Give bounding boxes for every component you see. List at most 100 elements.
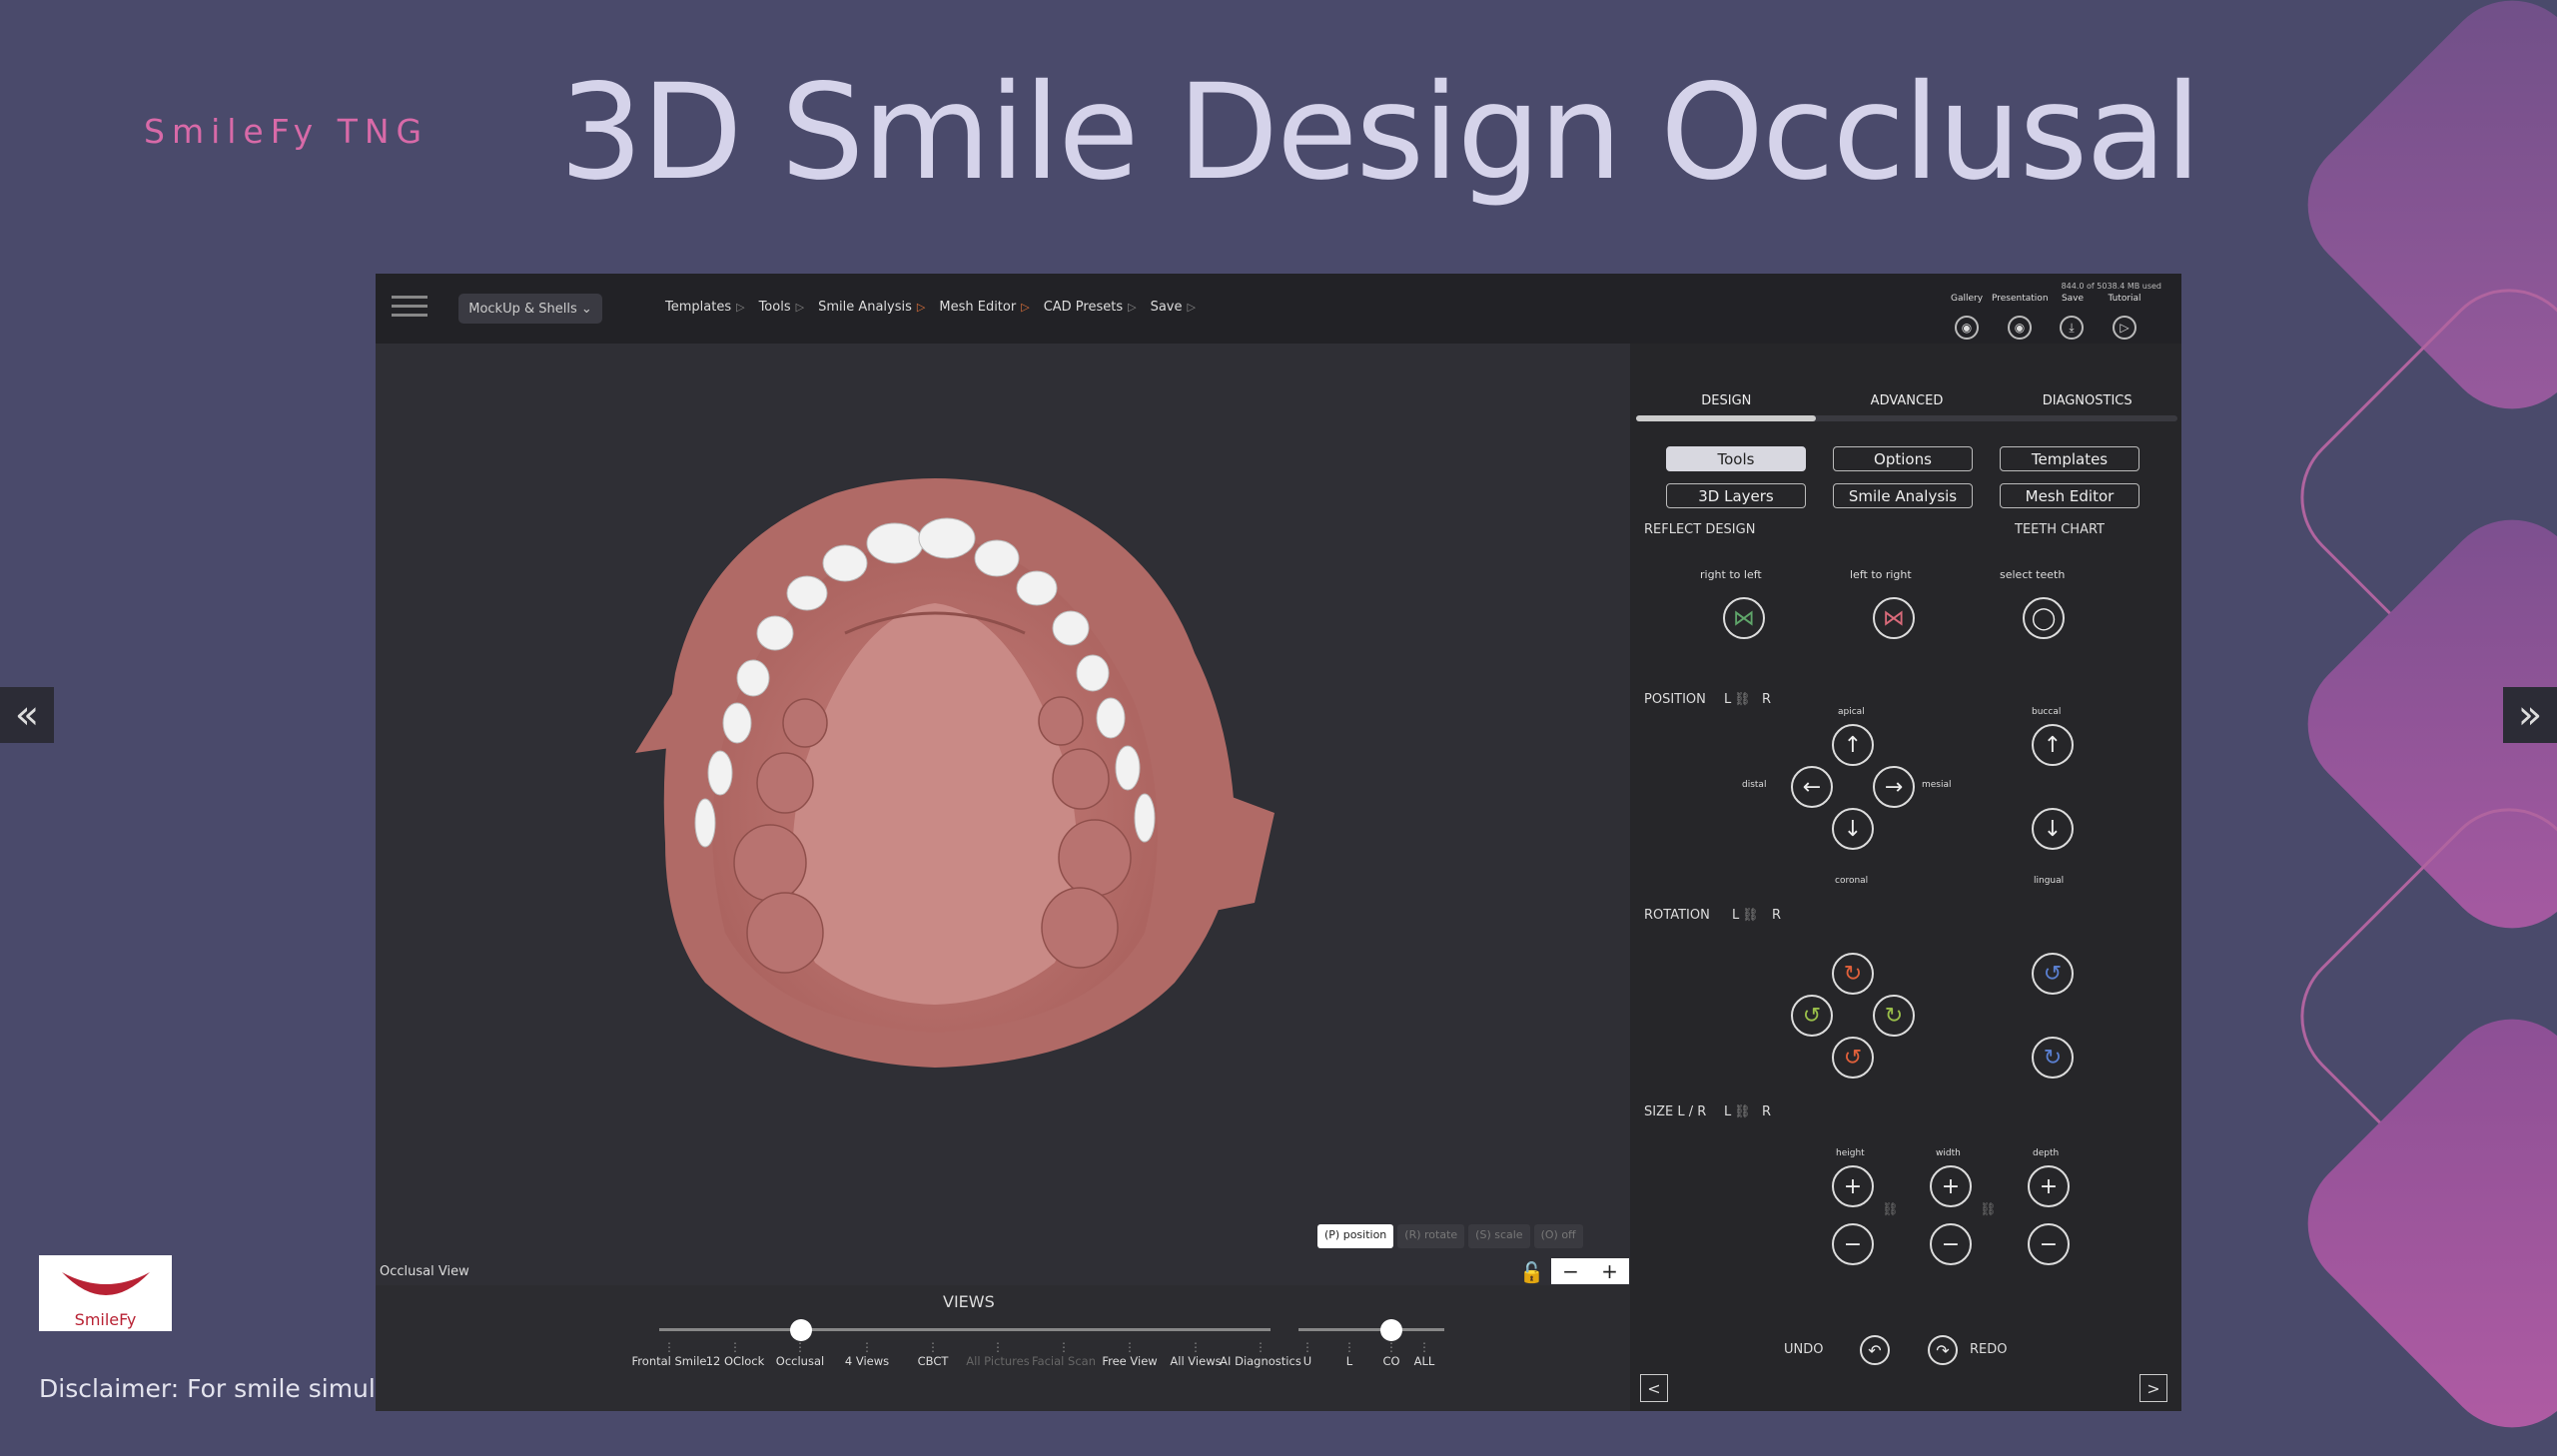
view-tick[interactable]: All Pictures (966, 1340, 1029, 1368)
mockup-shells-dropdown[interactable]: MockUp & Shells ⌄ (458, 294, 602, 324)
dental-arch-model[interactable] (376, 344, 1630, 1285)
top-right-controls: 844.0 of 5038.4 MB used Gallery Presenta… (1942, 282, 2161, 342)
smile-analysis-button[interactable]: Smile Analysis (1833, 483, 1973, 508)
rotate-bottom-icon[interactable]: ↺ (1832, 1037, 1874, 1079)
move-coronal-button[interactable]: ↓ (1832, 808, 1874, 850)
tab-design[interactable]: DESIGN (1636, 393, 1817, 408)
rotate-cw-icon[interactable]: ↻ (2032, 1037, 2074, 1079)
arch-slider[interactable] (1298, 1319, 1444, 1341)
view-tick[interactable]: 12 OClock (706, 1340, 765, 1368)
rotation-link-icon[interactable]: ⛓ (1742, 908, 1759, 923)
prev-slide-button[interactable]: « (0, 687, 54, 743)
mode-position-button[interactable]: (P) position (1317, 1224, 1394, 1248)
move-distal-button[interactable]: ← (1791, 766, 1833, 808)
width-decrease-button[interactable]: − (1930, 1223, 1972, 1265)
width-increase-button[interactable]: + (1930, 1165, 1972, 1207)
undo-icon[interactable]: ↶ (1860, 1335, 1890, 1365)
views-title: VIEWS (943, 1292, 995, 1311)
mode-off-button[interactable]: (O) off (1533, 1224, 1583, 1248)
view-tick[interactable]: Facial Scan (1032, 1340, 1096, 1368)
options-button[interactable]: Options (1833, 446, 1973, 471)
tab-diagnostics[interactable]: DIAGNOSTICS (1997, 393, 2177, 408)
panel-next-button[interactable]: > (2139, 1374, 2167, 1402)
depth-decrease-button[interactable]: − (2028, 1223, 2070, 1265)
reflect-design-label: REFLECT DESIGN (1644, 522, 1756, 537)
view-tick[interactable]: Free View (1102, 1340, 1157, 1368)
menu-save[interactable]: Save ▷ (1151, 300, 1196, 315)
move-buccal-button[interactable]: ↑ (2032, 724, 2074, 766)
menu-smile-analysis[interactable]: Smile Analysis ▷ (818, 300, 925, 315)
move-mesial-button[interactable]: → (1873, 766, 1915, 808)
coronal-label: coronal (1835, 876, 1869, 886)
arch-tick[interactable]: U (1301, 1340, 1313, 1368)
zoom-in-button[interactable]: + (1590, 1258, 1629, 1284)
gallery-icon[interactable]: ◉ (1955, 316, 1979, 340)
triangle-icon: ▷ (1128, 301, 1137, 314)
current-view-label: Occlusal View (380, 1264, 469, 1279)
tutorial-label: Tutorial (2108, 294, 2141, 304)
menu-cad-presets[interactable]: CAD Presets ▷ (1044, 300, 1137, 315)
height-decrease-button[interactable]: − (1832, 1223, 1874, 1265)
tools-button[interactable]: Tools (1666, 446, 1806, 471)
size-link-icon[interactable]: ⛓ (1734, 1104, 1751, 1119)
views-slider-knob[interactable] (790, 1319, 812, 1341)
panel-prev-button[interactable]: < (1640, 1374, 1668, 1402)
arch-tick[interactable]: ALL (1414, 1340, 1435, 1368)
arch-tick[interactable]: CO (1382, 1340, 1399, 1368)
templates-button[interactable]: Templates (2000, 446, 2139, 471)
next-slide-button[interactable]: » (2503, 687, 2557, 743)
lock-icon[interactable]: 🔓 (1519, 1260, 1544, 1284)
presentation-label: Presentation (1992, 294, 2049, 304)
move-apical-button[interactable]: ↑ (1832, 724, 1874, 766)
rotate-ccw-icon[interactable]: ↺ (2032, 953, 2074, 995)
rotate-top-icon[interactable]: ↻ (1832, 953, 1874, 995)
depth-increase-button[interactable]: + (2028, 1165, 2070, 1207)
rotation-r-label: R (1772, 908, 1782, 923)
buccal-label: buccal (2032, 707, 2062, 717)
views-slider[interactable] (659, 1319, 1271, 1341)
move-lingual-button[interactable]: ↓ (2032, 808, 2074, 850)
app-window: MockUp & Shells ⌄ Templates ▷ Tools ▷ Smil… (376, 274, 2181, 1411)
mesh-editor-button[interactable]: Mesh Editor (2000, 483, 2139, 508)
rotation-l-label: L (1732, 908, 1740, 923)
slide-title: 3D Smile Design Occlusal (559, 56, 2201, 210)
menu-templates[interactable]: Templates ▷ (665, 300, 745, 315)
teeth-chart-label: TEETH CHART (2015, 522, 2105, 537)
reflect-left-to-right-icon[interactable]: ⋈ (1873, 597, 1915, 639)
presentation-icon[interactable]: ◉ (2008, 316, 2032, 340)
select-teeth-label: select teeth (2000, 568, 2066, 581)
tab-advanced[interactable]: ADVANCED (1817, 393, 1998, 408)
mode-rotate-button[interactable]: (R) rotate (1397, 1224, 1465, 1248)
link-height-width-icon[interactable]: ⛓ (1882, 1202, 1899, 1217)
design-panel: DESIGN ADVANCED DIAGNOSTICS Tools Option… (1630, 344, 2181, 1411)
view-tick[interactable]: Frontal Smile (632, 1340, 707, 1368)
rotate-right-icon[interactable]: ↻ (1873, 995, 1915, 1037)
view-tick[interactable]: 4 Views (845, 1340, 889, 1368)
play-icon[interactable]: ▷ (2113, 316, 2136, 340)
height-label: height (1836, 1148, 1865, 1158)
redo-icon[interactable]: ↷ (1928, 1335, 1958, 1365)
menu-tools[interactable]: Tools ▷ (759, 300, 805, 315)
height-increase-button[interactable]: + (1832, 1165, 1874, 1207)
smilefy-logo: SmileFy (39, 1255, 172, 1331)
view-tick[interactable]: CBCT (918, 1340, 949, 1368)
select-teeth-icon[interactable]: ◯ (2023, 597, 2065, 639)
zoom-control: − + (1551, 1258, 1629, 1284)
view-tick[interactable]: AI Diagnostics (1220, 1340, 1301, 1368)
menu-mesh-editor[interactable]: Mesh Editor ▷ (939, 300, 1029, 315)
link-width-depth-icon[interactable]: ⛓ (1980, 1202, 1997, 1217)
reflect-right-to-left-icon[interactable]: ⋈ (1723, 597, 1765, 639)
mode-scale-button[interactable]: (S) scale (1468, 1224, 1530, 1248)
rotate-left-icon[interactable]: ↺ (1791, 995, 1833, 1037)
arch-slider-knob[interactable] (1380, 1319, 1402, 1341)
3d-viewport[interactable] (376, 344, 1630, 1285)
3d-layers-button[interactable]: 3D Layers (1666, 483, 1806, 508)
menu-icon[interactable] (392, 296, 427, 322)
zoom-out-button[interactable]: − (1551, 1258, 1590, 1284)
view-tick[interactable]: Occlusal (776, 1340, 824, 1368)
view-tick[interactable]: All Views (1170, 1340, 1221, 1368)
position-link-icon[interactable]: ⛓ (1734, 692, 1751, 707)
download-icon[interactable]: ⤓ (2060, 316, 2084, 340)
tab-indicator (1636, 415, 2177, 421)
arch-tick[interactable]: L (1343, 1340, 1355, 1368)
